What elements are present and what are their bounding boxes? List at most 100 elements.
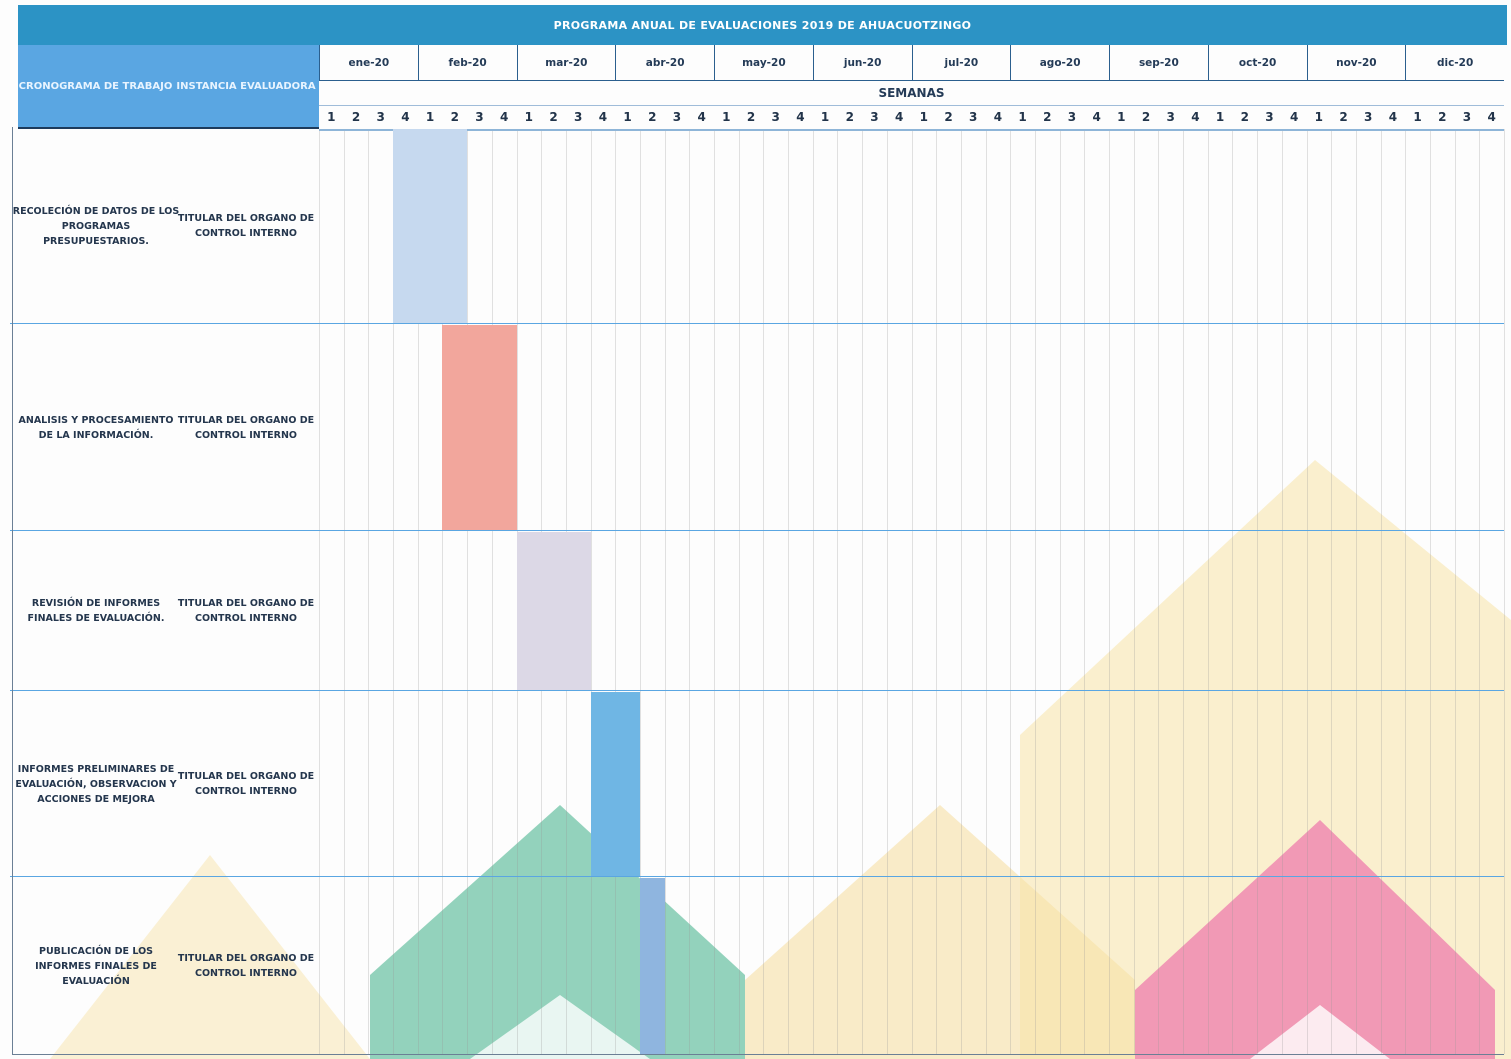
week-number: 3 bbox=[475, 110, 484, 124]
week-number: 4 bbox=[1388, 110, 1398, 124]
grid-line bbox=[590, 129, 592, 1054]
week-number: 3 bbox=[1462, 110, 1472, 124]
month-header: abr-20 bbox=[615, 45, 714, 81]
week-number: 1 bbox=[524, 110, 534, 124]
month-header: jun-20 bbox=[812, 45, 912, 81]
week-number: 4 bbox=[1487, 110, 1496, 124]
week-number: 1 bbox=[919, 110, 929, 124]
grid-line bbox=[1158, 129, 1160, 1054]
week-number: 1 bbox=[623, 110, 632, 124]
grid-line bbox=[1084, 129, 1086, 1054]
grid-line bbox=[689, 129, 691, 1054]
week-number: 3 bbox=[870, 110, 879, 124]
grid-line bbox=[960, 129, 962, 1054]
month-header: sep-20 bbox=[1109, 45, 1208, 81]
grid-line bbox=[862, 129, 864, 1054]
grid-line bbox=[1405, 129, 1407, 1054]
month-header: mar-20 bbox=[516, 45, 616, 81]
grid-line bbox=[1355, 129, 1357, 1054]
week-number: 1 bbox=[1117, 110, 1126, 124]
week-number: 2 bbox=[351, 110, 361, 124]
week-number: 2 bbox=[1438, 110, 1447, 124]
grid-line bbox=[1331, 129, 1333, 1054]
grid-line bbox=[319, 129, 320, 1054]
grid-line bbox=[368, 129, 370, 1054]
week-number: 2 bbox=[549, 110, 558, 124]
schedule-bar bbox=[590, 692, 640, 876]
month-header: nov-20 bbox=[1306, 45, 1406, 81]
grid-line bbox=[1010, 129, 1012, 1054]
weeks-label: SEMANAS bbox=[319, 81, 1504, 106]
instance-label: TITULAR DEL ORGANO DE CONTROL INTERNO bbox=[177, 598, 315, 624]
week-number: 4 bbox=[598, 110, 608, 124]
grid-line bbox=[763, 129, 765, 1054]
activity-label: ANALISIS Y PROCESAMIENTO DE LA INFORMACI… bbox=[18, 414, 174, 441]
row-separator bbox=[10, 323, 1504, 324]
row-separator bbox=[10, 690, 1504, 691]
schedule-bar bbox=[516, 532, 591, 690]
week-number: 3 bbox=[1265, 110, 1274, 124]
grid-line bbox=[1133, 129, 1135, 1054]
grid-line bbox=[738, 129, 740, 1054]
week-number: 4 bbox=[697, 110, 706, 124]
week-number: 2 bbox=[1240, 110, 1249, 124]
table-bottom-border bbox=[12, 1054, 1504, 1055]
grid-line bbox=[1183, 129, 1185, 1054]
week-number: 3 bbox=[574, 110, 583, 124]
week-number: 4 bbox=[499, 110, 509, 124]
week-number: 4 bbox=[401, 110, 410, 124]
activity-label: INFORMES PRELIMINARES DE EVALUACIÓN, OBS… bbox=[15, 763, 177, 805]
grid-line bbox=[1454, 129, 1456, 1054]
grid-line bbox=[467, 129, 469, 1054]
grid-line bbox=[886, 129, 888, 1054]
month-header: ago-20 bbox=[1010, 45, 1109, 81]
grid-line bbox=[1479, 129, 1481, 1054]
grid-line bbox=[1504, 129, 1505, 1054]
grid-line bbox=[911, 129, 913, 1054]
week-number: 1 bbox=[722, 110, 731, 124]
instance-label: TITULAR DEL ORGANO DE CONTROL INTERNO bbox=[177, 414, 315, 441]
column-header-activity: CRONOGRAMA DE TRABAJO bbox=[18, 80, 173, 92]
week-number: 1 bbox=[327, 110, 336, 124]
grid-line bbox=[1281, 129, 1283, 1054]
month-header: may-20 bbox=[714, 45, 813, 81]
row-separator bbox=[10, 876, 1504, 877]
month-header: jul-20 bbox=[911, 45, 1011, 81]
grid-line bbox=[714, 129, 715, 1054]
week-number: 2 bbox=[1141, 110, 1151, 124]
schedule-bar bbox=[393, 129, 468, 323]
week-number: 3 bbox=[1364, 110, 1373, 124]
grid-line bbox=[1109, 129, 1110, 1054]
page-title: PROGRAMA ANUAL DE EVALUACIONES 2019 DE A… bbox=[18, 5, 1507, 45]
week-number: 4 bbox=[894, 110, 904, 124]
month-header: dic-20 bbox=[1405, 45, 1504, 81]
week-number: 1 bbox=[425, 110, 435, 124]
week-number: 1 bbox=[1215, 110, 1225, 124]
week-number: 2 bbox=[1339, 110, 1348, 124]
week-number: 2 bbox=[1043, 110, 1052, 124]
month-header: ene-20 bbox=[319, 45, 418, 81]
grid-line bbox=[1306, 129, 1308, 1054]
grid-line bbox=[1429, 129, 1431, 1054]
week-number: 4 bbox=[796, 110, 805, 124]
activity-label: REVISIÓN DE INFORMES FINALES DE EVALUACI… bbox=[27, 598, 165, 624]
column-header-instance: INSTANCIA EVALUADORA bbox=[176, 80, 316, 92]
grid-line bbox=[664, 129, 666, 1054]
week-number: 4 bbox=[1289, 110, 1299, 124]
week-number: 3 bbox=[1067, 110, 1077, 124]
week-number: 2 bbox=[746, 110, 756, 124]
grid-line bbox=[1232, 129, 1234, 1054]
month-header-row: ene-20 feb-20 mar-20 abr-20 may-20 jun-20 jul-… bbox=[319, 45, 1504, 81]
instance-label: TITULAR DEL ORGANO DE CONTROL INTERNO bbox=[177, 771, 315, 797]
gantt-grid bbox=[319, 129, 1505, 1054]
row-separator bbox=[10, 530, 1504, 531]
grid-line bbox=[615, 129, 617, 1054]
activity-label: PUBLICACIÓN DE LOS INFORMES FINALES DE E… bbox=[35, 945, 157, 987]
week-number: 2 bbox=[450, 110, 459, 124]
grid-line bbox=[491, 129, 493, 1054]
week-number: 1 bbox=[820, 110, 830, 124]
header-left-block: CRONOGRAMA DE TRABAJO INSTANCIA EVALUADO… bbox=[18, 45, 319, 129]
grid-line bbox=[837, 129, 839, 1054]
month-header: oct-20 bbox=[1207, 45, 1307, 81]
week-number-row: 1 2 3 4 1 2 3 4 1 2 3 4 1 2 3 4 1 2 3 4 1 2 3 4 1 2 3 4 1 2 3 4 1 2 3 4 1 2 3 4… bbox=[319, 105, 1504, 131]
